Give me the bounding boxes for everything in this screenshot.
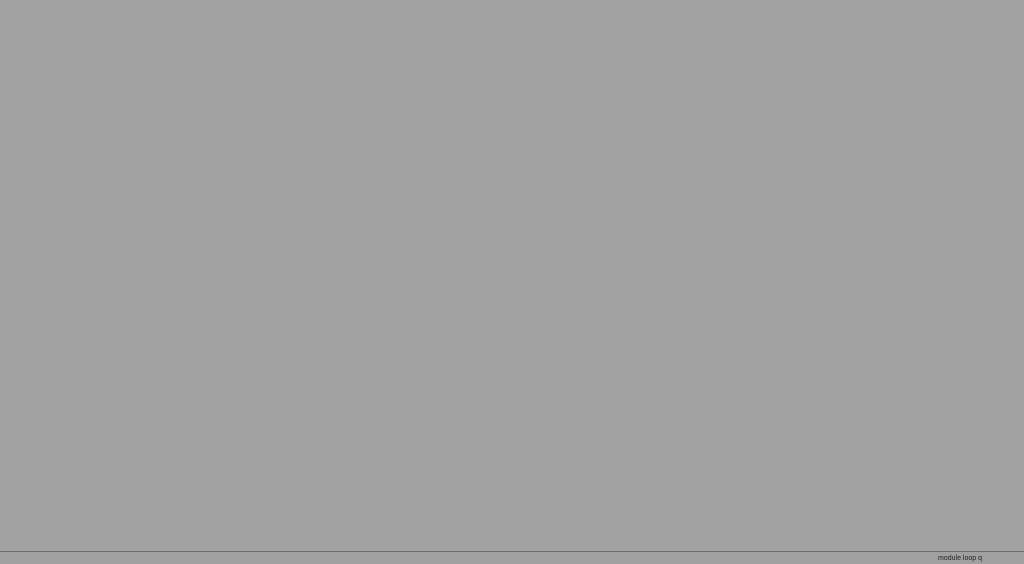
ableton-live-window: module loop q (0, 0, 1024, 564)
status-bar: module loop q (0, 551, 1024, 564)
track-name-status: module loop q (938, 555, 982, 562)
